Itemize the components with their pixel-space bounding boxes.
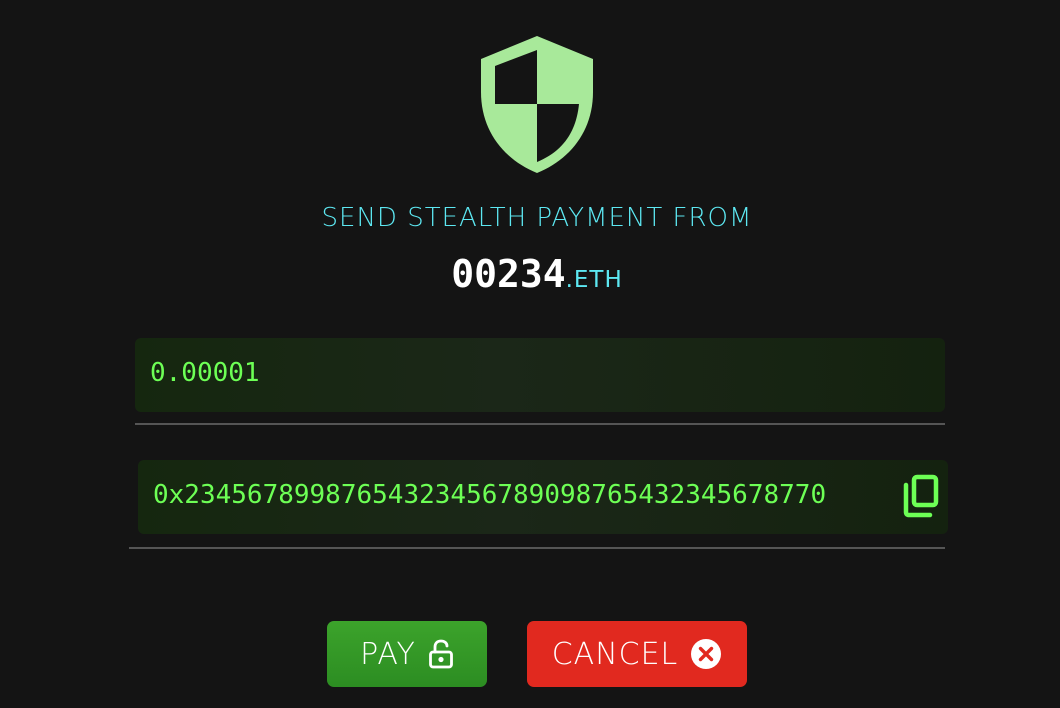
- ens-name-label: 00234: [451, 252, 566, 296]
- close-circle-icon: [690, 638, 722, 670]
- ens-suffix-label: .ETH: [565, 267, 623, 293]
- amount-field[interactable]: [135, 338, 945, 412]
- address-field[interactable]: [138, 460, 948, 534]
- stealth-payment-dialog: SEND STEALTH PAYMENT FROM 00234.ETH PAY …: [0, 0, 1060, 708]
- address-underline: [129, 547, 945, 549]
- amount-input[interactable]: [150, 358, 910, 388]
- shield-icon: [481, 36, 593, 173]
- address-input[interactable]: [153, 480, 885, 510]
- pay-button[interactable]: PAY: [327, 621, 487, 687]
- ens-name: 00234.ETH: [0, 252, 1060, 296]
- copy-icon[interactable]: [902, 474, 940, 518]
- unlock-icon: [428, 639, 454, 669]
- pay-button-label: PAY: [360, 636, 416, 672]
- cancel-button[interactable]: CANCEL: [527, 621, 747, 687]
- page-title: SEND STEALTH PAYMENT FROM: [321, 203, 753, 233]
- amount-underline: [135, 423, 945, 425]
- cancel-button-label: CANCEL: [551, 636, 679, 672]
